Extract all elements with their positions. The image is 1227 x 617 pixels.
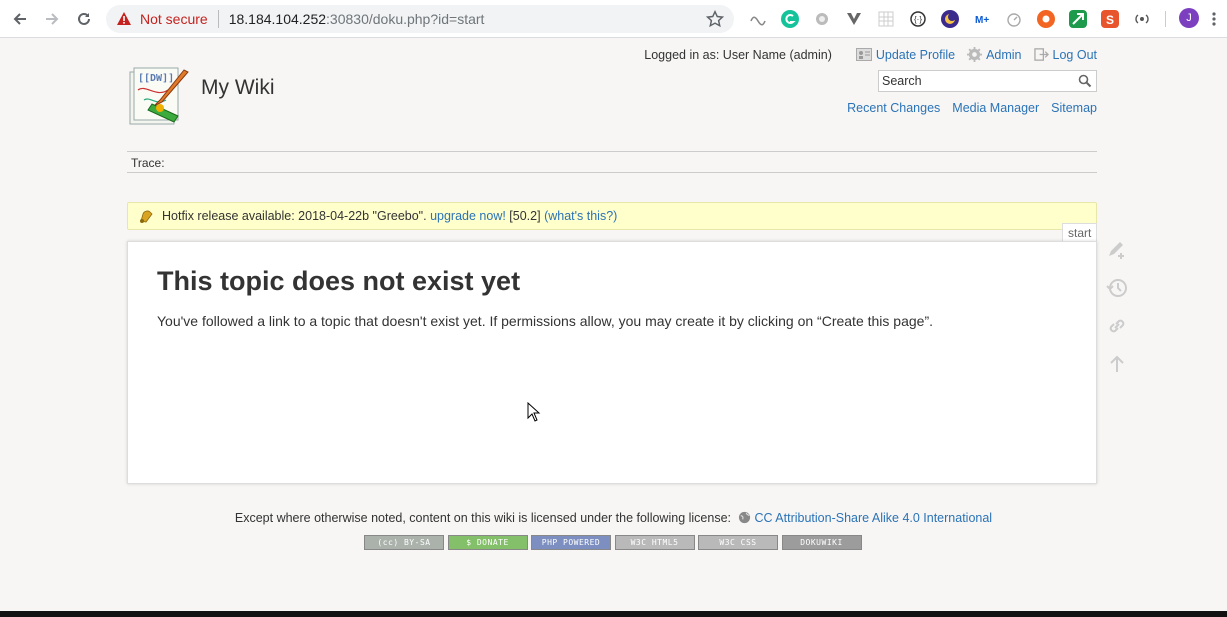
back-to-top-icon[interactable] xyxy=(1105,352,1129,376)
site-tools: Recent Changes Media Manager Sitemap xyxy=(835,101,1097,115)
php-powered-badge[interactable]: PHP POWERED xyxy=(531,535,611,550)
security-label[interactable]: Not secure xyxy=(140,11,208,27)
address-divider xyxy=(217,10,219,28)
svg-text:[[DW]]: [[DW]] xyxy=(138,73,174,84)
svg-text:M+: M+ xyxy=(975,15,989,26)
browser-toolbar: Not secure 18.184.104.252:30830/doku.php… xyxy=(0,0,1227,38)
reload-icon[interactable] xyxy=(73,8,95,30)
cc-by-sa-badge[interactable]: (cc) BY-SA xyxy=(364,535,444,550)
admin-label: Admin xyxy=(986,47,1022,62)
page-content: This topic does not exist yet You've fol… xyxy=(127,241,1097,484)
w3c-html5-badge[interactable]: W3C HTML5 xyxy=(614,535,695,550)
warning-icon xyxy=(117,12,131,25)
breadcrumb: Trace: xyxy=(127,151,1097,173)
wiki-logo[interactable]: [[DW]] xyxy=(126,64,192,130)
profile-card-icon xyxy=(855,48,872,61)
page-body: You've followed a link to a topic that d… xyxy=(157,313,933,329)
address-bar[interactable]: Not secure 18.184.104.252:30830/doku.php… xyxy=(106,5,734,33)
license-text: Except where otherwise noted, content on… xyxy=(234,511,735,525)
taskbar-edge xyxy=(0,611,1227,617)
forward-icon[interactable] xyxy=(41,8,63,30)
create-page-icon[interactable] xyxy=(1105,238,1129,262)
w3c-css-badge[interactable]: W3C CSS xyxy=(698,535,778,550)
extension-wave-icon[interactable] xyxy=(749,10,767,28)
svg-text:{·}: {·} xyxy=(914,15,922,24)
extension-brackets-icon[interactable]: {·} xyxy=(909,10,927,28)
license-notice: Except where otherwise noted, content on… xyxy=(0,511,1227,525)
logout-label: Log Out xyxy=(1052,47,1097,62)
logout-link[interactable]: Log Out xyxy=(1033,47,1097,62)
profile-avatar[interactable]: J xyxy=(1179,8,1199,28)
logout-icon xyxy=(1033,48,1049,61)
logged-in-text: Logged in as: User Name (admin) xyxy=(644,47,832,62)
mouse-cursor-icon xyxy=(527,401,541,425)
svg-text:S: S xyxy=(1106,13,1114,27)
upgrade-link[interactable]: upgrade now! xyxy=(430,209,506,223)
whats-this-link[interactable]: (what's this?) xyxy=(544,209,617,223)
notice-text: Hotfix release available: 2018-04-22b "G… xyxy=(162,209,431,223)
bookmark-star-icon[interactable] xyxy=(706,10,724,28)
url-text[interactable]: 18.184.104.252:30830/doku.php?id=start xyxy=(229,11,485,27)
extension-timer-icon[interactable] xyxy=(1005,10,1023,28)
admin-link[interactable]: Admin xyxy=(967,47,1022,62)
globe-icon xyxy=(738,511,751,524)
old-revisions-icon[interactable] xyxy=(1105,276,1129,300)
update-profile-link[interactable]: Update Profile xyxy=(855,47,956,62)
extension-grid-icon[interactable] xyxy=(877,10,895,28)
media-manager-link[interactable]: Media Manager xyxy=(952,101,1039,115)
search-input[interactable] xyxy=(879,71,1069,91)
extension-s-icon[interactable]: S xyxy=(1101,10,1119,28)
recent-changes-link[interactable]: Recent Changes xyxy=(847,101,940,115)
user-tools: Logged in as: User Name (admin) Update P… xyxy=(644,47,1097,62)
extension-broadcast-icon[interactable] xyxy=(1133,10,1151,28)
donate-badge[interactable]: $ DONATE xyxy=(447,535,528,550)
back-icon[interactable] xyxy=(9,8,31,30)
footer-badges: (cc) BY-SA $ DONATE PHP POWERED W3C HTML… xyxy=(364,535,865,550)
hotfix-notice: Hotfix release available: 2018-04-22b "G… xyxy=(127,202,1097,230)
toolbar-divider xyxy=(1165,11,1166,27)
extension-m-icon[interactable]: M+ xyxy=(973,10,991,28)
extension-v-icon[interactable] xyxy=(845,10,863,28)
license-link[interactable]: CC Attribution-Share Alike 4.0 Internati… xyxy=(754,511,992,525)
trace-label: Trace: xyxy=(131,156,165,170)
extension-arrow-icon[interactable] xyxy=(1069,10,1087,28)
page-id[interactable]: start xyxy=(1062,223,1098,242)
url-host: 18.184.104.252 xyxy=(228,11,327,27)
extension-lifebuoy-icon[interactable] xyxy=(1037,10,1055,28)
page-title: This topic does not exist yet xyxy=(157,266,521,296)
extension-moon-icon[interactable] xyxy=(941,10,959,28)
extension-circle-icon[interactable] xyxy=(813,10,831,28)
notice-version: [50.2] xyxy=(505,209,545,223)
extension-grammarly-icon[interactable] xyxy=(781,10,799,28)
dokuwiki-badge[interactable]: DOKUWIKI xyxy=(781,535,862,550)
backlinks-icon[interactable] xyxy=(1105,314,1129,338)
search-box xyxy=(878,70,1097,92)
chrome-menu-icon[interactable] xyxy=(1212,10,1216,28)
sitemap-link[interactable]: Sitemap xyxy=(1051,101,1097,115)
bell-icon xyxy=(140,210,153,223)
url-path: :30830/doku.php?id=start xyxy=(326,11,485,27)
page-tools xyxy=(1105,238,1129,390)
update-profile-label: Update Profile xyxy=(875,47,956,62)
search-icon[interactable] xyxy=(1078,74,1092,88)
wiki-title[interactable]: My Wiki xyxy=(201,76,274,100)
gear-icon xyxy=(967,47,983,62)
